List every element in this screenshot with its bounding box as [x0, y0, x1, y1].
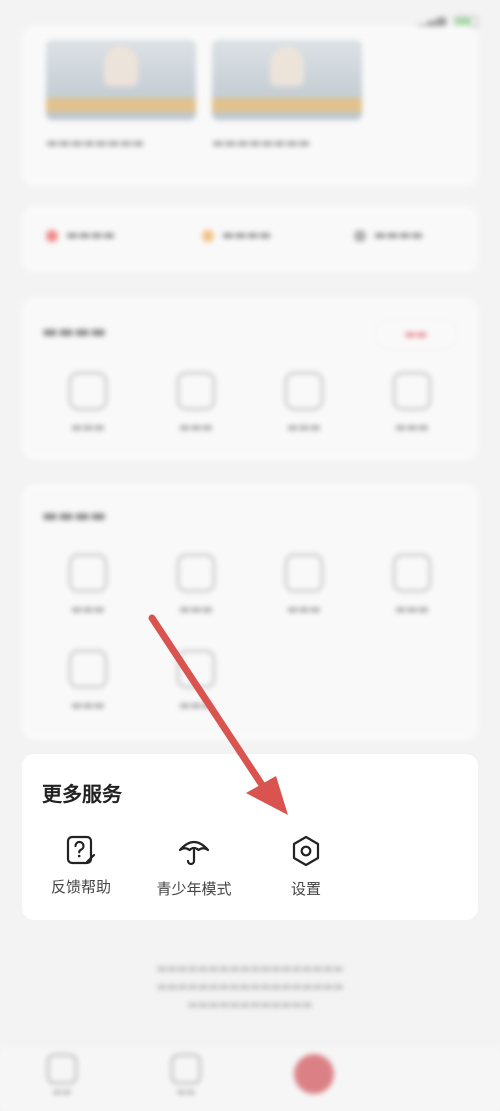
annotation-arrow	[148, 614, 288, 815]
